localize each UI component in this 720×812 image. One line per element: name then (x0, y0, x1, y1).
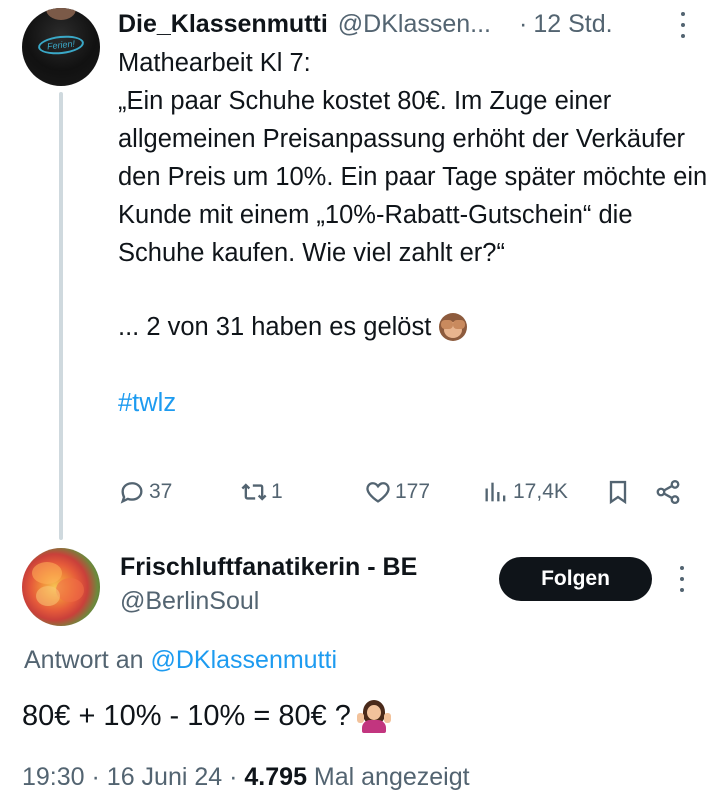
tweet-actions-bar: 37 1 177 17,4K (118, 474, 698, 510)
meta-separator: · (91, 763, 100, 791)
reply-author-block: Frischluftfanatikerin - BE @BerlinSoul (120, 550, 417, 618)
author-handle[interactable]: @DKlassen... (338, 10, 491, 39)
tweet-result-text: ... 2 von 31 haben es gelöst (118, 313, 432, 341)
hashtag-link[interactable]: #twlz (118, 384, 708, 422)
reply-time[interactable]: 19:30 (22, 763, 85, 791)
reply-count: 37 (149, 480, 173, 503)
reply-to-prefix: Antwort an (24, 646, 144, 674)
reply-button[interactable]: 37 (118, 474, 172, 510)
avatar-neck (46, 8, 76, 20)
reply-views-label: Mal angezeigt (313, 763, 470, 791)
tweet-time[interactable]: 12 Std. (533, 10, 612, 39)
reply-to-mention[interactable]: @DKlassenmutti (150, 646, 337, 674)
reply-meta: 19:30 · 16 Juni 24 · 4.795 Mal angezeigt (22, 758, 470, 796)
share-icon (656, 479, 680, 505)
tweet-title-line: Mathearbeit Kl 7: (118, 49, 311, 77)
reply-to-line: Antwort an @DKlassenmutti (24, 642, 337, 678)
views-button[interactable]: 17,4K (482, 474, 568, 510)
retweet-button[interactable]: 1 (240, 474, 283, 510)
reply-date[interactable]: 16 Juni 24 (107, 763, 222, 791)
avatar-berlinsoul[interactable] (22, 548, 100, 626)
reply-views-count[interactable]: 4.795 (244, 763, 307, 791)
reply-author-name[interactable]: Frischluftfanatikerin - BE (120, 550, 417, 584)
tweet-header: Die_Klassenmutti @DKlassen... · 12 Std. (118, 6, 700, 42)
see-no-evil-monkey-icon (437, 311, 469, 343)
retweet-icon (241, 483, 267, 501)
tweet-text: Mathearbeit Kl 7: „Ein paar Schuhe koste… (118, 44, 708, 422)
avatar-die-klassenmutti[interactable]: Ferien! (22, 8, 100, 86)
avatar-shirt-logo: Ferien! (37, 33, 85, 57)
meta-separator: · (229, 763, 238, 791)
reply-icon (120, 482, 143, 504)
person-shrugging-icon (356, 699, 391, 733)
reply-more-options-icon[interactable] (677, 566, 687, 592)
header-separator: · (519, 9, 528, 38)
follow-button[interactable]: Folgen (499, 557, 652, 601)
reply-author-handle[interactable]: @BerlinSoul (120, 584, 417, 618)
author-name[interactable]: Die_Klassenmutti (118, 10, 328, 39)
like-button[interactable]: 177 (364, 474, 430, 510)
tweet-question: „Ein paar Schuhe kostet 80€. Im Zuge ein… (118, 87, 708, 267)
more-options-icon[interactable] (678, 12, 688, 38)
thread-line (59, 92, 63, 540)
bookmark-button[interactable] (604, 474, 632, 510)
reply-text-content: 80€ + 10% - 10% = 80€ ? (22, 700, 351, 732)
views-count: 17,4K (513, 480, 568, 503)
share-button[interactable] (654, 474, 682, 510)
reply-text: 80€ + 10% - 10% = 80€ ? (22, 696, 391, 736)
retweet-count: 1 (271, 480, 283, 503)
analytics-icon (485, 482, 506, 502)
like-count: 177 (395, 480, 431, 503)
bookmark-icon (609, 480, 627, 505)
tweet-result-line: ... 2 von 31 haben es gelöst (118, 308, 708, 346)
heart-icon (366, 482, 390, 503)
